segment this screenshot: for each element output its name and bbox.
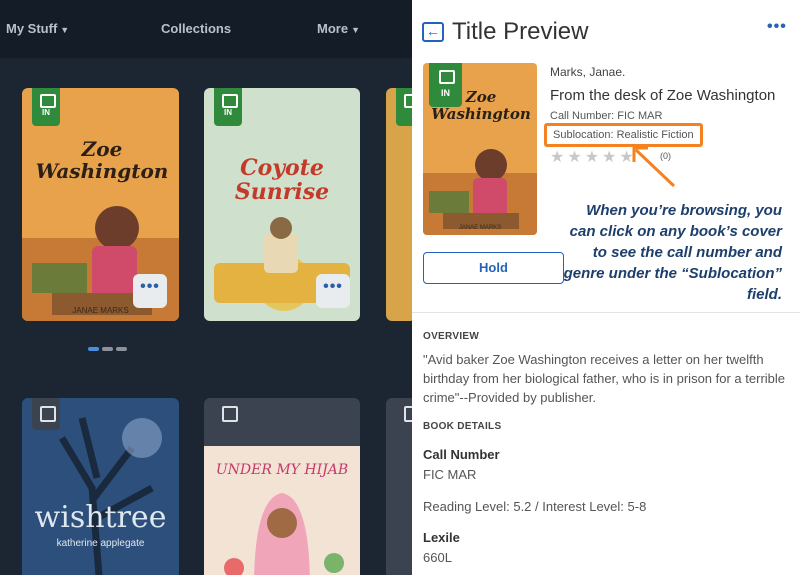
carousel-dot[interactable] <box>102 347 113 351</box>
book-more-button[interactable]: ••• <box>133 274 167 308</box>
instruction-callout: When you’re browsing, you can click on a… <box>563 202 782 303</box>
hold-badge <box>32 398 60 430</box>
book-cover-zoe-washington[interactable]: Zoe Washington JANAE MARKS IN ••• <box>22 88 179 321</box>
hold-button[interactable]: Hold <box>423 252 564 284</box>
nav-my-stuff-label: My Stuff <box>6 21 58 36</box>
call-number-label: Call Number <box>423 447 500 462</box>
book-cover-under-my-hijab[interactable]: UNDER MY HIJAB <box>204 398 360 575</box>
available-badge <box>396 88 412 126</box>
cover-title-art: UNDER MY HIJAB <box>215 462 349 478</box>
hold-badge <box>396 398 412 430</box>
nav-my-stuff[interactable]: My Stuff ▼ <box>6 21 69 36</box>
available-badge: IN <box>32 88 60 126</box>
nav-collections[interactable]: Collections <box>161 21 231 36</box>
title-preview-panel: ← Title Preview ••• Zoe Washington JANAE… <box>412 0 800 575</box>
cover-title-art: wishtree <box>34 500 167 535</box>
carousel-dots <box>88 338 130 356</box>
lexile-value: 660L <box>423 550 452 565</box>
divider <box>412 312 800 313</box>
catalog-background: My Stuff ▼ Collections More ▼ Zoe Washingt… <box>0 0 412 575</box>
overview-text: "Avid baker Zoe Washington receives a le… <box>423 352 786 405</box>
overview-heading: OVERVIEW <box>423 331 480 342</box>
book-cover-partial[interactable] <box>386 88 412 321</box>
reading-level: Reading Level: 5.2 / Interest Level: 5-8 <box>423 499 647 514</box>
book-cover-coyote-sunrise[interactable]: Coyote Sunrise IN ••• <box>204 88 360 321</box>
available-badge: IN <box>214 88 242 126</box>
cover-author-art: katherine applegate <box>56 538 145 549</box>
carousel-dot[interactable] <box>116 347 127 351</box>
carousel-dot[interactable] <box>88 347 99 351</box>
top-nav: My Stuff ▼ Collections More ▼ <box>0 0 412 58</box>
cover-title-art: Zoe Washington <box>35 137 169 183</box>
lexile-label: Lexile <box>423 530 460 545</box>
cover-author-art: JANAE MARKS <box>458 225 502 231</box>
book-cover-wishtree[interactable]: wishtree katherine applegate <box>22 398 179 575</box>
nav-more[interactable]: More ▼ <box>317 21 360 36</box>
hold-badge <box>214 398 242 430</box>
nav-more-label: More <box>317 21 349 36</box>
book-cover-partial[interactable] <box>386 398 412 575</box>
cover-title-art: Coyote Sunrise <box>234 155 330 205</box>
book-more-button[interactable]: ••• <box>316 274 350 308</box>
chevron-down-icon: ▼ <box>60 25 70 35</box>
book-details-heading: BOOK DETAILS <box>423 421 502 432</box>
callout-arrow-icon <box>632 146 676 188</box>
call-number-value: FIC MAR <box>423 467 477 482</box>
chevron-down-icon: ▼ <box>351 25 360 35</box>
